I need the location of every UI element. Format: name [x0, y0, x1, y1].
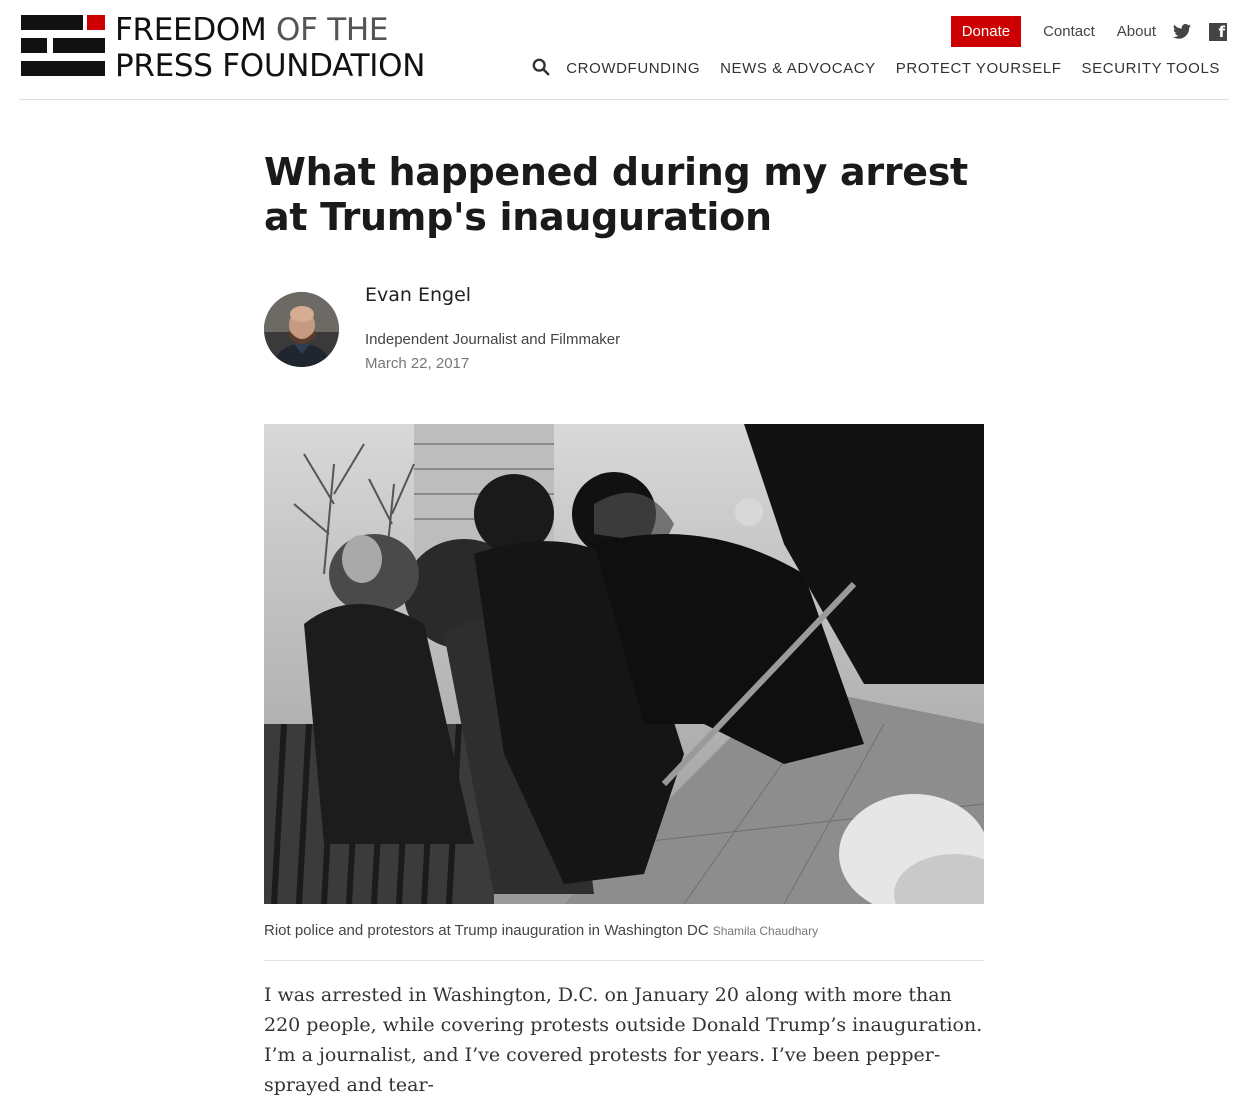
utility-nav: Donate Contact About f — [950, 16, 1228, 47]
nav-item-protect-yourself[interactable]: PROTECT YOURSELF — [896, 60, 1062, 77]
caption-divider — [264, 960, 984, 961]
search-icon[interactable] — [532, 58, 552, 78]
author-avatar[interactable] — [264, 292, 339, 367]
article-photo — [264, 424, 984, 904]
logo-mark-icon — [21, 15, 105, 77]
logo-wordmark: FREEDOM OF THE PRESS FOUNDATION — [115, 12, 425, 84]
article-header: What happened during my arrest at Trump'… — [264, 150, 984, 240]
author-name[interactable]: Evan Engel — [365, 284, 471, 306]
publish-date: March 22, 2017 — [365, 355, 470, 372]
byline: Evan Engel Independent Journalist and Fi… — [264, 284, 984, 384]
logo-line2: PRESS FOUNDATION — [115, 48, 426, 84]
contact-link[interactable]: Contact — [1043, 23, 1095, 40]
caption-text: Riot police and protestors at Trump inau… — [264, 922, 709, 939]
twitter-icon[interactable] — [1172, 22, 1192, 42]
facebook-icon[interactable]: f — [1208, 22, 1228, 42]
nav-item-security-tools[interactable]: SECURITY TOOLS — [1082, 60, 1220, 77]
nav-item-news-advocacy[interactable]: NEWS & ADVOCACY — [720, 60, 876, 77]
article-title: What happened during my arrest at Trump'… — [264, 150, 968, 239]
donate-button[interactable]: Donate — [950, 16, 1022, 47]
logo-line1-bold: FREEDOM — [115, 12, 267, 48]
logo-line1-rest: OF THE — [266, 12, 389, 48]
main-nav: CROWDFUNDING NEWS & ADVOCACY PROTECT YOU… — [532, 58, 1220, 78]
photo-credit: Shamila Chaudhary — [712, 924, 819, 938]
site-logo[interactable]: FREEDOM OF THE PRESS FOUNDATION — [21, 12, 425, 84]
photo-caption: Riot police and protestors at Trump inau… — [264, 922, 818, 939]
nav-item-crowdfunding[interactable]: CROWDFUNDING — [566, 60, 700, 77]
author-role: Independent Journalist and Filmmaker — [365, 331, 621, 348]
article-body-paragraph: I was arrested in Washington, D.C. on Ja… — [264, 984, 983, 1096]
header-divider — [19, 99, 1229, 100]
about-link[interactable]: About — [1117, 23, 1156, 40]
